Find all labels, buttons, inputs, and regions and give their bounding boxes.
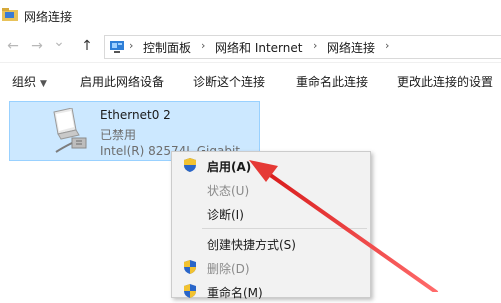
address-bar: ← → ⌄ ↑ › 控制面板 › 网络和 Internet › 网络连接 › bbox=[0, 30, 501, 62]
menu-item-diagnose[interactable]: 诊断(I) bbox=[172, 201, 370, 225]
shield-icon bbox=[184, 158, 196, 172]
diagnose-button[interactable]: 诊断这个连接 bbox=[193, 73, 265, 90]
menu-item-create-shortcut[interactable]: 创建快捷方式(S) bbox=[172, 231, 370, 255]
breadcrumb-network-connections[interactable]: 网络连接 bbox=[327, 39, 375, 56]
menu-item-label: 启用(A) bbox=[207, 160, 252, 174]
window-title: 网络连接 bbox=[24, 10, 73, 24]
chevron-down-icon: ▼ bbox=[40, 79, 47, 89]
forward-button[interactable]: → bbox=[28, 36, 46, 56]
menu-item-label: 状态(U) bbox=[207, 184, 250, 198]
adapter-status: 已禁用 bbox=[100, 128, 137, 142]
breadcrumb-separator: › bbox=[385, 39, 390, 52]
organize-label: 组织 bbox=[12, 75, 37, 89]
network-adapter-icon bbox=[53, 108, 87, 153]
menu-item-label: 创建快捷方式(S) bbox=[207, 238, 296, 252]
breadcrumb-separator: › bbox=[129, 39, 134, 52]
menu-item-enable[interactable]: 启用(A) bbox=[172, 153, 370, 177]
up-button[interactable]: ↑ bbox=[78, 36, 96, 56]
menu-item-label: 删除(D) bbox=[207, 262, 250, 276]
breadcrumb-control-panel[interactable]: 控制面板 bbox=[143, 39, 191, 56]
recent-locations-button[interactable]: ⌄ bbox=[50, 32, 68, 52]
back-button[interactable]: ← bbox=[4, 36, 22, 56]
menu-item-status[interactable]: 状态(U) bbox=[172, 177, 370, 201]
shield-icon bbox=[184, 284, 196, 298]
title-bar: 网络连接 bbox=[0, 0, 501, 30]
change-settings-button[interactable]: 更改此连接的设置 bbox=[397, 73, 493, 90]
adapter-name: Ethernet0 2 bbox=[100, 108, 171, 122]
shield-icon bbox=[184, 260, 196, 274]
menu-item-label: 重命名(M) bbox=[207, 286, 263, 300]
network-folder-icon bbox=[2, 8, 18, 21]
breadcrumb-network-internet[interactable]: 网络和 Internet bbox=[215, 39, 302, 56]
context-menu: 启用(A) 状态(U) 诊断(I) 创建快捷方式(S) 删除(D) 重命名(M) bbox=[171, 151, 371, 300]
disable-device-button[interactable]: 启用此网络设备 bbox=[80, 73, 164, 90]
breadcrumb-separator: › bbox=[313, 39, 318, 52]
menu-item-rename[interactable]: 重命名(M) bbox=[172, 279, 370, 303]
control-panel-icon bbox=[110, 41, 124, 53]
menu-item-label: 诊断(I) bbox=[207, 208, 244, 222]
menu-separator bbox=[202, 228, 367, 229]
rename-button[interactable]: 重命名此连接 bbox=[296, 73, 368, 90]
command-toolbar: 组织 ▼ 启用此网络设备 诊断这个连接 重命名此连接 更改此连接的设置 bbox=[0, 62, 501, 100]
address-box[interactable]: › 控制面板 › 网络和 Internet › 网络连接 › bbox=[104, 35, 501, 59]
menu-item-delete[interactable]: 删除(D) bbox=[172, 255, 370, 279]
organize-menu[interactable]: 组织 ▼ bbox=[12, 73, 47, 90]
breadcrumb-separator: › bbox=[201, 39, 206, 52]
